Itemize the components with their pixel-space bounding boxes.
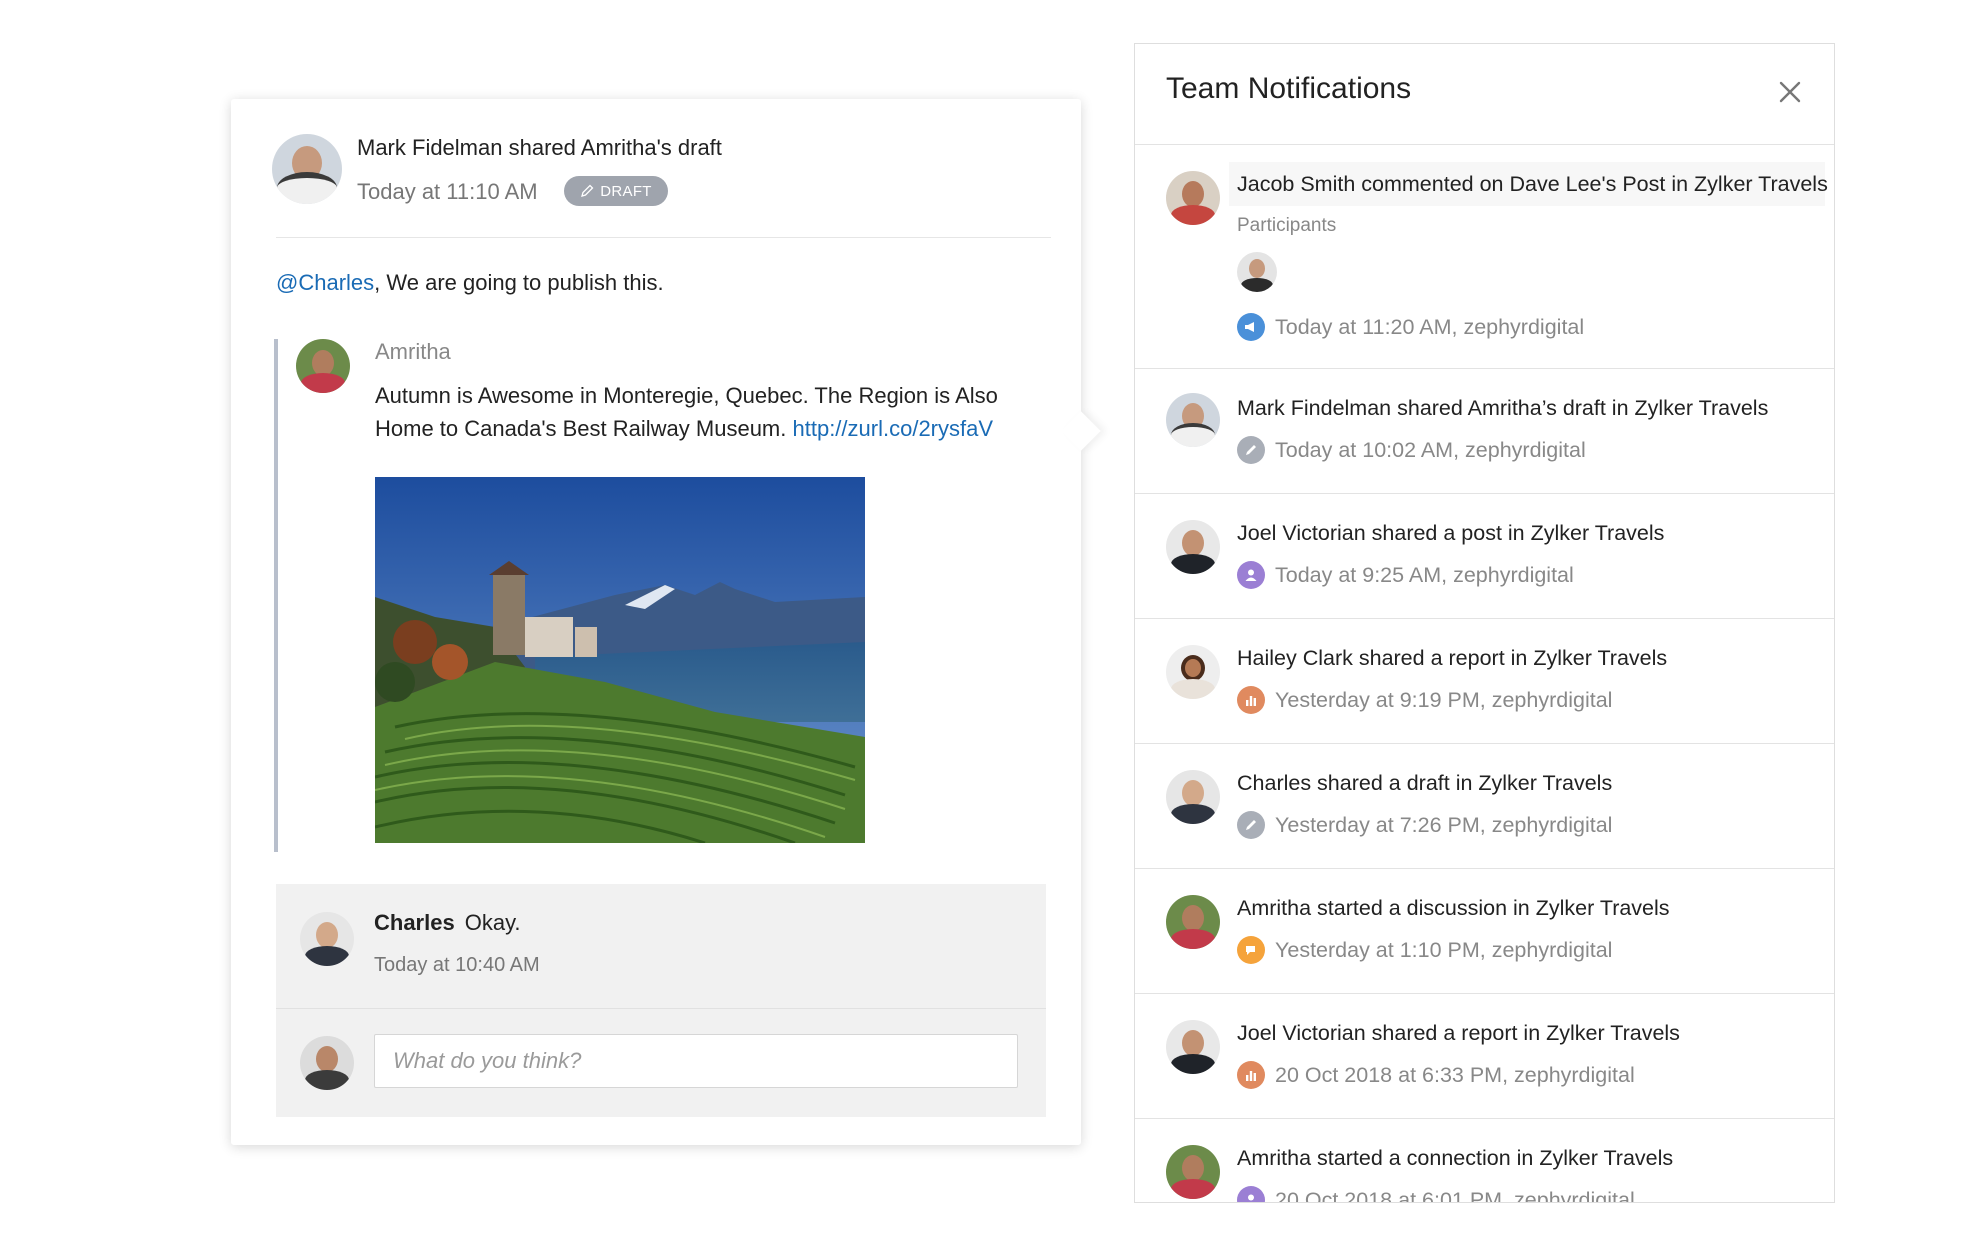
notification-avatar[interactable] (1166, 645, 1220, 699)
user-post-icon (1237, 1186, 1265, 1202)
quoted-draft: Amritha Autumn is Awesome in Monteregie,… (274, 339, 1014, 852)
notification-item[interactable]: Charles shared a draft in Zylker Travels… (1135, 743, 1834, 869)
megaphone-icon (1237, 313, 1265, 341)
current-user-avatar (300, 1036, 354, 1090)
participants-label: Participants (1237, 215, 1337, 236)
bar-chart-icon (1237, 1061, 1265, 1089)
pencil-icon (1237, 811, 1265, 839)
draft-badge-label: DRAFT (600, 182, 652, 200)
notification-text: Mark Findelman shared Amritha’s draft in… (1237, 396, 1769, 420)
notification-text: Charles shared a draft in Zylker Travels (1237, 771, 1613, 795)
notification-meta: Yesterday at 7:26 PM, zephyrdigital (1237, 811, 1612, 839)
notification-time: Today at 11:20 AM, zephyrdigital (1275, 314, 1585, 339)
notification-meta: Today at 11:20 AM, zephyrdigital (1237, 313, 1584, 341)
notification-time: Today at 10:02 AM, zephyrdigital (1275, 437, 1586, 462)
close-icon (1779, 81, 1801, 103)
notification-meta: 20 Oct 2018 at 6:01 PM, zephyrdigital (1237, 1186, 1635, 1203)
notification-avatar[interactable] (1166, 770, 1220, 824)
post-action: shared Amritha's draft (508, 135, 722, 160)
notification-item[interactable]: Amritha started a discussion in Zylker T… (1135, 868, 1834, 994)
notification-avatar[interactable] (1166, 1145, 1220, 1199)
notification-text: Amritha started a discussion in Zylker T… (1237, 896, 1670, 920)
comment-time: Today at 10:40 AM (374, 954, 540, 976)
author-avatar[interactable] (272, 134, 342, 204)
notification-text: Hailey Clark shared a report in Zylker T… (1237, 646, 1668, 670)
landscape-illustration (375, 477, 865, 843)
notification-avatar[interactable] (1166, 393, 1220, 447)
quote-author-avatar[interactable] (296, 339, 350, 393)
post-card: Mark Fidelman shared Amritha's draft Tod… (231, 99, 1101, 1145)
draft-badge: DRAFT (564, 176, 668, 206)
notification-item[interactable]: Jacob Smith commented on Dave Lee's Post… (1135, 144, 1834, 369)
post-message: @Charles, We are going to publish this. (276, 270, 664, 296)
notification-meta: Yesterday at 1:10 PM, zephyrdigital (1237, 936, 1612, 964)
notification-time: Yesterday at 7:26 PM, zephyrdigital (1275, 812, 1613, 837)
notification-text: Amritha started a connection in Zylker T… (1237, 1146, 1674, 1170)
reply-input[interactable] (374, 1034, 1018, 1088)
commenter-name[interactable]: Charles (374, 910, 455, 935)
quote-text: Autumn is Awesome in Monteregie, Quebec.… (375, 379, 1015, 445)
notification-time: Yesterday at 1:10 PM, zephyrdigital (1275, 937, 1613, 962)
notification-time: Yesterday at 9:19 PM, zephyrdigital (1275, 687, 1613, 712)
bar-chart-icon (1237, 686, 1265, 714)
header-divider (276, 237, 1051, 238)
post-author-name[interactable]: Mark Fidelman (357, 135, 502, 160)
notification-meta: Yesterday at 9:19 PM, zephyrdigital (1237, 686, 1612, 714)
participant-avatar[interactable] (1237, 252, 1277, 292)
notification-meta: Today at 9:25 AM, zephyrdigital (1237, 561, 1574, 589)
card-pointer (1061, 411, 1101, 451)
notification-avatar[interactable] (1166, 895, 1220, 949)
pencil-icon (581, 184, 594, 197)
notification-meta: Today at 10:02 AM, zephyrdigital (1237, 436, 1586, 464)
pencil-icon (1237, 436, 1265, 464)
notification-time: 20 Oct 2018 at 6:01 PM, zephyrdigital (1275, 1187, 1635, 1203)
team-notifications-panel: Team Notifications Jacob Smith commented… (1134, 43, 1835, 1203)
notification-avatar[interactable] (1166, 520, 1220, 574)
notification-item[interactable]: Joel Victorian shared a post in Zylker T… (1135, 493, 1834, 619)
post-message-text: , We are going to publish this. (374, 270, 664, 295)
comment: Charles Okay. (374, 910, 521, 936)
post-author-line: Mark Fidelman shared Amritha's draft (357, 135, 722, 161)
notification-meta: 20 Oct 2018 at 6:33 PM, zephyrdigital (1237, 1061, 1635, 1089)
notification-item[interactable]: Mark Findelman shared Amritha’s draft in… (1135, 368, 1834, 494)
notification-time: 20 Oct 2018 at 6:33 PM, zephyrdigital (1275, 1062, 1635, 1087)
notification-item[interactable]: Joel Victorian shared a report in Zylker… (1135, 993, 1834, 1119)
notification-avatar[interactable] (1166, 1020, 1220, 1074)
comment-section: Charles Okay. Today at 10:40 AM (276, 884, 1046, 1117)
commenter-avatar[interactable] (300, 912, 354, 966)
quote-link[interactable]: http://zurl.co/2rysfaV (793, 416, 994, 441)
discussion-icon (1237, 936, 1265, 964)
notifications-header: Team Notifications (1135, 44, 1834, 145)
user-post-icon (1237, 561, 1265, 589)
close-button[interactable] (1772, 74, 1808, 110)
notification-item[interactable]: Hailey Clark shared a report in Zylker T… (1135, 618, 1834, 744)
notification-item[interactable]: Amritha started a connection in Zylker T… (1135, 1118, 1834, 1203)
notification-text: Jacob Smith commented on Dave Lee's Post… (1237, 172, 1828, 196)
notification-time: Today at 9:25 AM, zephyrdigital (1275, 562, 1574, 587)
comment-text: Okay. (464, 910, 521, 935)
quote-author-name[interactable]: Amritha (375, 339, 451, 365)
notification-text: Joel Victorian shared a report in Zylker… (1237, 1021, 1680, 1045)
quote-bar (274, 339, 278, 852)
notifications-title: Team Notifications (1166, 72, 1412, 105)
comment-divider (276, 1008, 1046, 1009)
notification-text: Joel Victorian shared a post in Zylker T… (1237, 521, 1665, 545)
landscape-photo[interactable] (375, 477, 865, 843)
mention-link[interactable]: @Charles (276, 270, 374, 295)
notification-avatar[interactable] (1166, 171, 1220, 225)
post-time: Today at 11:10 AM (357, 179, 538, 204)
post-header: Mark Fidelman shared Amritha's draft Tod… (231, 99, 1081, 239)
